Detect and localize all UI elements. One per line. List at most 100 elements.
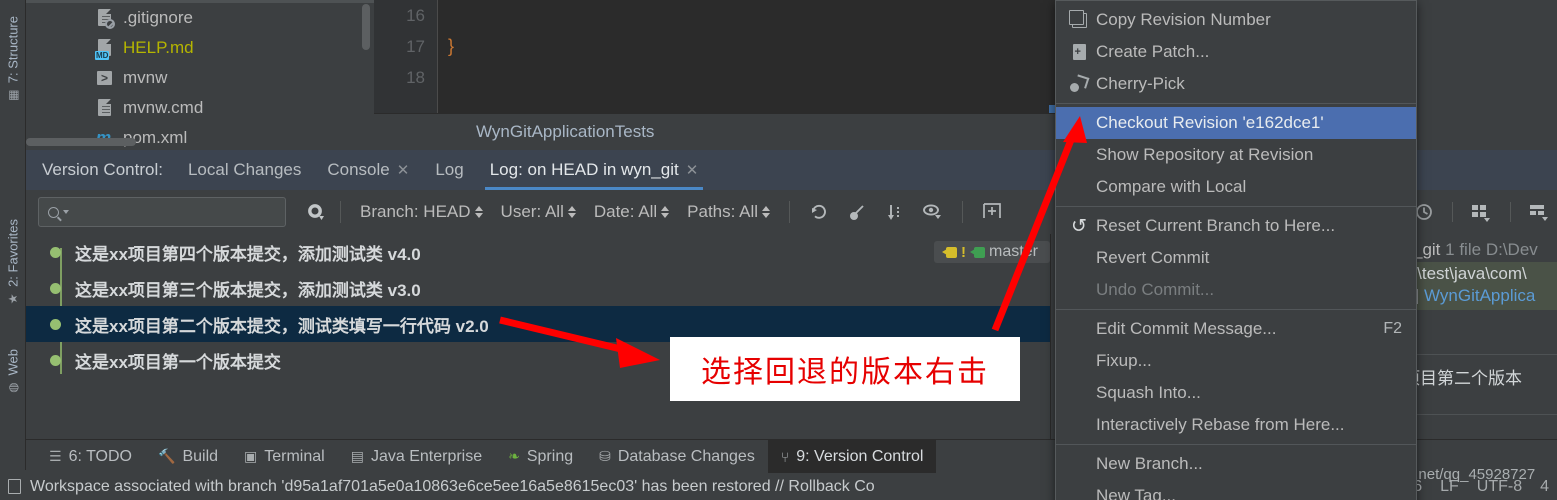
rows-layout-button[interactable] [1521, 190, 1557, 234]
settings-gear-button[interactable] [300, 203, 330, 222]
menu-item-show-repository-at-revision[interactable]: Show Repository at Revision [1056, 139, 1416, 171]
tree-horizontal-scrollbar[interactable] [26, 138, 136, 146]
filter-branch[interactable]: Branch: HEAD [351, 202, 492, 222]
commit-node-icon [50, 354, 61, 366]
toolbar-separator [1509, 202, 1511, 222]
menu-item-label: Fixup... [1096, 351, 1152, 370]
menu-item-label: Undo Commit... [1096, 280, 1215, 299]
menu-item-reset-current-branch-to-here[interactable]: ↺ Reset Current Branch to Here... [1056, 210, 1416, 242]
chevron-down-icon[interactable] [63, 210, 69, 214]
annotation-callout: 选择回退的版本右击 [670, 337, 1020, 401]
menu-item-edit-commit-message[interactable]: Edit Commit Message... F2 [1056, 313, 1416, 345]
commit-row[interactable]: 这是xx项目第四个版本提交，添加测试类 v4.0 ! master [26, 234, 1050, 270]
tab-label: Log [435, 160, 464, 179]
editor-breadcrumb[interactable]: WynGitApplicationTests [374, 113, 1057, 149]
tool-button-label: Database Changes [617, 447, 755, 465]
project-tree-panel[interactable]: .gitignore MD HELP.md > mvnw mvnw.cmd po… [26, 0, 374, 150]
chevron-updown-icon [661, 206, 670, 218]
tab-log-on-head[interactable]: Log: on HEAD in wyn_git ✕ [477, 150, 712, 190]
tab-console[interactable]: Console ✕ [314, 150, 422, 190]
grid-layout-button[interactable] [1463, 190, 1499, 234]
menu-item-cherry-pick[interactable]: Cherry-Pick [1056, 68, 1416, 100]
menu-item-create-patch[interactable]: Create Patch... [1056, 36, 1416, 68]
commit-node-icon [50, 318, 61, 330]
cmd-file-icon [96, 98, 114, 118]
tree-item-help-md[interactable]: MD HELP.md [26, 33, 374, 63]
menu-item-copy-revision-number[interactable]: Copy Revision Number [1056, 4, 1416, 36]
tool-button-label: Spring [526, 447, 574, 465]
intellisort-button[interactable] [973, 190, 1011, 234]
filter-user[interactable]: User: All [492, 202, 585, 222]
tool-button-terminal[interactable]: ▣ Terminal [231, 440, 338, 474]
menu-item-fixup[interactable]: Fixup... [1056, 345, 1416, 377]
todo-icon: ☰ [49, 448, 62, 464]
file-name: mvnw.cmd [123, 98, 204, 117]
tool-button-build[interactable]: 🔨 Build [145, 440, 231, 474]
tool-button-todo[interactable]: ☰ 6: TODO [36, 440, 145, 474]
search-input[interactable] [38, 197, 286, 227]
status-message: Workspace associated with branch 'd95a1a… [30, 477, 875, 495]
java-enterprise-icon: ▤ [350, 448, 364, 464]
branch-name: master [989, 243, 1038, 260]
menu-item-compare-with-local[interactable]: Compare with Local [1056, 171, 1416, 203]
close-icon[interactable]: ✕ [686, 161, 699, 179]
history-icon [1416, 204, 1433, 220]
tool-button-version-control[interactable]: ⑂ 9: Version Control [767, 439, 937, 474]
menu-item-revert-commit[interactable]: Revert Commit [1056, 242, 1416, 274]
close-icon[interactable]: ✕ [397, 161, 410, 179]
tab-local-changes[interactable]: Local Changes [175, 150, 314, 190]
tree-item-gitignore[interactable]: .gitignore [26, 3, 374, 33]
toolbar-separator [340, 201, 341, 223]
tool-button-java-enterprise[interactable]: ▤ Java Enterprise [338, 440, 495, 474]
gear-icon [307, 203, 324, 220]
commit-context-menu[interactable]: Copy Revision Number Create Patch... Che… [1055, 0, 1417, 500]
sort-button[interactable] [876, 190, 914, 234]
tab-log[interactable]: Log [422, 150, 476, 190]
branch-icon [970, 246, 985, 258]
code-editor[interactable]: 16 17 18 } [374, 0, 1057, 145]
menu-item-label: Interactively Rebase from Here... [1096, 415, 1345, 434]
refresh-button[interactable] [800, 190, 838, 234]
show-details-button[interactable] [914, 190, 952, 234]
menu-item-checkout-revision[interactable]: Checkout Revision 'e162dce1' [1056, 107, 1416, 139]
sidebar-item-favorites[interactable]: ★ 2: Favorites [0, 215, 26, 310]
sidebar-item-web[interactable]: ◍ Web [0, 345, 26, 399]
menu-separator [1056, 206, 1416, 207]
filter-date[interactable]: Date: All [585, 202, 678, 222]
annotation-text: 选择回退的版本右击 [701, 355, 989, 390]
terminal-icon: ▣ [244, 448, 258, 464]
details-file-row[interactable]: WynGitApplica [1402, 286, 1557, 310]
tool-button-database-changes[interactable]: ⛁ Database Changes [586, 440, 768, 474]
notification-icon[interactable] [8, 479, 21, 494]
menu-item-label: Checkout Revision 'e162dce1' [1096, 113, 1324, 132]
menu-item-undo-commit: Undo Commit... [1056, 274, 1416, 306]
menu-item-label: New Tag... [1096, 486, 1177, 500]
details-path[interactable]: rc\test\java\com\ [1403, 262, 1557, 286]
commit-row[interactable]: 这是xx项目第三个版本提交，添加测试类 v3.0 [26, 270, 1050, 306]
status-indent[interactable]: 4 [1540, 478, 1549, 496]
menu-item-new-tag[interactable]: New Tag... [1056, 480, 1416, 500]
menu-separator [1056, 103, 1416, 104]
branch-ref-chip[interactable]: ! master [934, 241, 1050, 263]
menu-item-interactively-rebase-from-here[interactable]: Interactively Rebase from Here... [1056, 409, 1416, 441]
log-right-toolbar [1400, 190, 1557, 234]
tool-button-spring[interactable]: ❧ Spring [495, 440, 586, 474]
tree-item-mvnw-cmd[interactable]: mvnw.cmd [26, 93, 374, 123]
menu-item-squash-into[interactable]: Squash Into... [1056, 377, 1416, 409]
tree-item-mvnw[interactable]: > mvnw [26, 63, 374, 93]
filter-label: Date: All [593, 202, 658, 221]
sidebar-item-structure[interactable]: ▦ 7: Structure [0, 12, 26, 106]
tree-vertical-scrollbar[interactable] [362, 4, 370, 50]
cherry-pick-button[interactable] [838, 190, 876, 234]
branch-icon: ⑂ [780, 448, 790, 465]
filter-paths[interactable]: Paths: All [678, 202, 779, 222]
details-file-name: WynGitApplica [1424, 286, 1536, 305]
sidebar-item-label: Web [5, 349, 21, 376]
details-divider [1403, 414, 1557, 415]
tag-icon [942, 246, 957, 258]
menu-item-new-branch[interactable]: New Branch... [1056, 448, 1416, 480]
menu-item-label: Compare with Local [1096, 177, 1247, 196]
file-name: .gitignore [123, 8, 193, 27]
file-tree: .gitignore MD HELP.md > mvnw mvnw.cmd po… [26, 3, 374, 150]
eye-icon [923, 204, 942, 219]
